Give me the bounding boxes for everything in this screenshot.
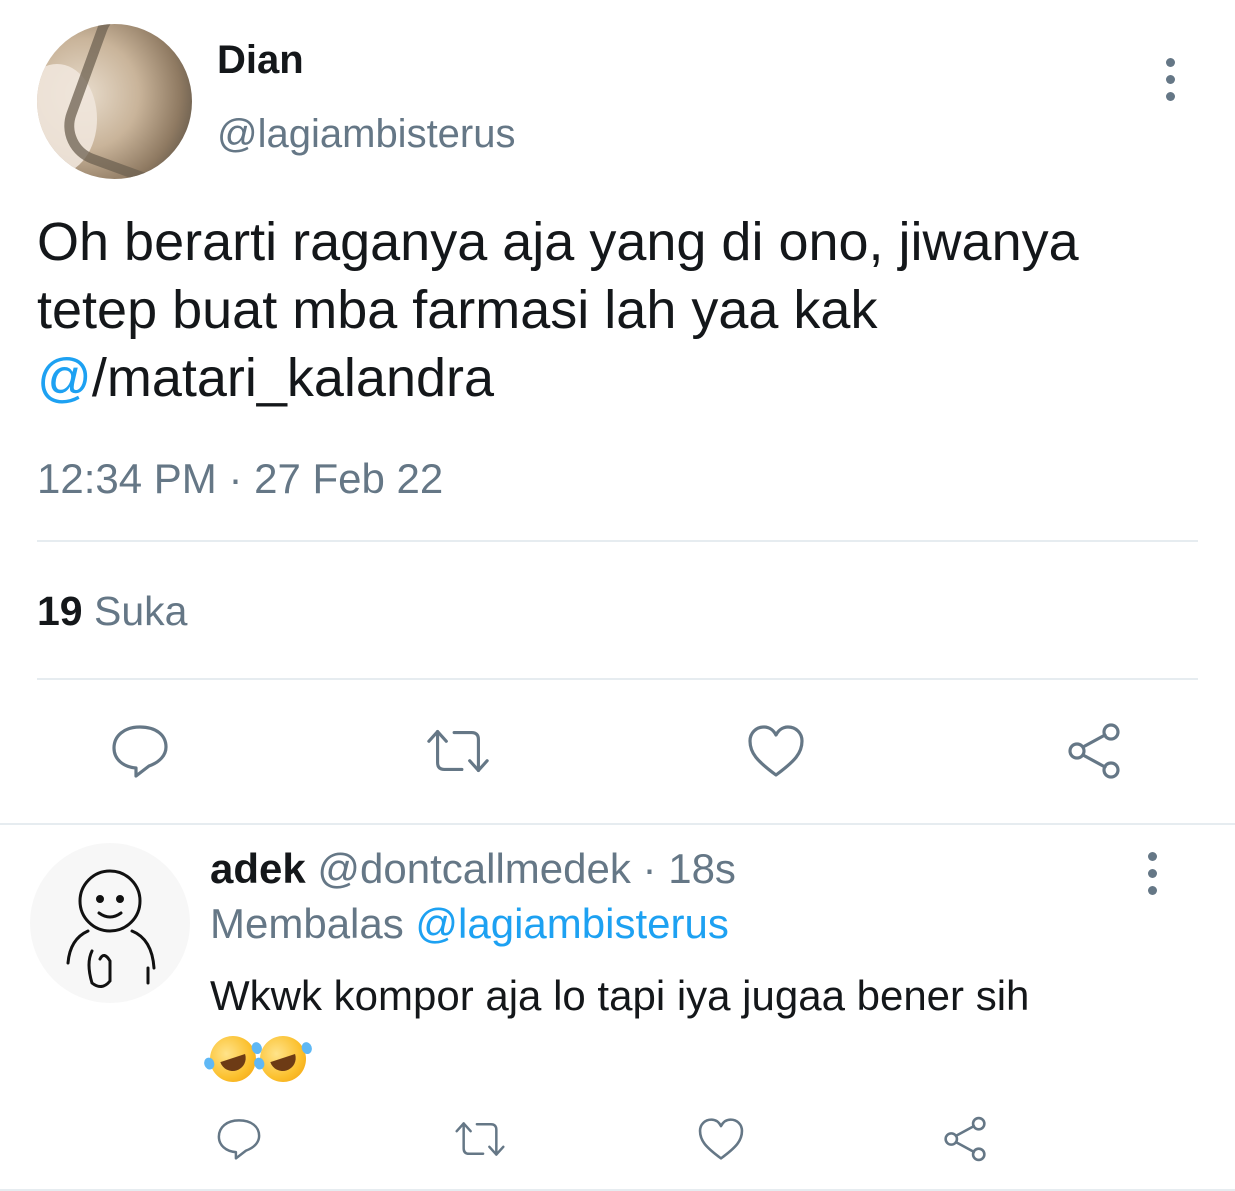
replying-to-handle[interactable]: @lagiambisterus (415, 900, 728, 947)
share-button[interactable] (1059, 716, 1129, 786)
like-button[interactable] (741, 716, 811, 786)
author-name[interactable]: Dian (217, 38, 304, 83)
reply-button[interactable] (105, 716, 175, 786)
reply-icon (217, 1119, 261, 1160)
rolling-on-floor-laughing-emoji (204, 1029, 262, 1088)
share-icon (1068, 723, 1120, 779)
tweet-body-line: Oh berarti raganya aja yang di ono, jiwa… (37, 212, 1079, 272)
reply-button[interactable] (204, 1104, 274, 1174)
tweet-mention[interactable]: @/matari_kalandra (37, 344, 1207, 412)
retweet-button[interactable] (423, 716, 493, 786)
reply-icon (112, 725, 168, 778)
divider (0, 823, 1235, 825)
reply-author-handle[interactable]: @dontcallmedek (317, 845, 630, 892)
reply-avatar[interactable] (30, 843, 190, 1003)
author-handle[interactable]: @lagiambisterus (217, 112, 516, 157)
retweet-icon (427, 730, 489, 772)
tweet-timestamp[interactable]: 12:34 PM · 27 Feb 22 (37, 455, 443, 503)
tweet-date: 27 Feb 22 (254, 455, 444, 502)
reply-age: 18s (668, 845, 736, 892)
like-count: 19 (37, 588, 83, 634)
retweet-icon (455, 1122, 505, 1156)
meta-dot: · (642, 845, 657, 892)
mention-text: /matari_kalandra (91, 348, 495, 408)
divider (37, 540, 1198, 542)
like-label: Suka (94, 588, 188, 634)
rolling-on-floor-laughing-emoji (254, 1029, 312, 1088)
mention-at[interactable]: @ (37, 348, 92, 408)
replying-to: Membalas @lagiambisterus (210, 900, 729, 948)
replying-label: Membalas (210, 900, 404, 947)
likes-summary[interactable]: 19 Suka (37, 588, 187, 635)
reply-body: Wkwk kompor aja lo tapi iya jugaa bener … (204, 968, 1190, 1088)
like-icon (698, 1118, 744, 1160)
reply-header[interactable]: adek @dontcallmedek · 18s (210, 845, 736, 893)
share-button[interactable] (930, 1104, 1000, 1174)
more-icon[interactable] (1148, 852, 1157, 895)
tweet-time: 12:34 PM (37, 455, 217, 502)
like-icon (748, 725, 804, 777)
more-icon[interactable] (1166, 58, 1175, 101)
like-button[interactable] (686, 1104, 756, 1174)
author-avatar[interactable] (37, 24, 192, 179)
retweet-button[interactable] (445, 1104, 515, 1174)
reply-text: Wkwk kompor aja lo tapi iya jugaa bener … (210, 972, 1030, 1019)
tweet-body-line: tetep buat mba farmasi lah yaa kak (37, 280, 878, 340)
reply-author-name[interactable]: adek (210, 845, 306, 892)
tweet-body: Oh berarti raganya aja yang di ono, jiwa… (37, 208, 1207, 412)
share-icon (944, 1116, 986, 1162)
meta-dot: · (228, 455, 243, 502)
divider (37, 678, 1198, 680)
